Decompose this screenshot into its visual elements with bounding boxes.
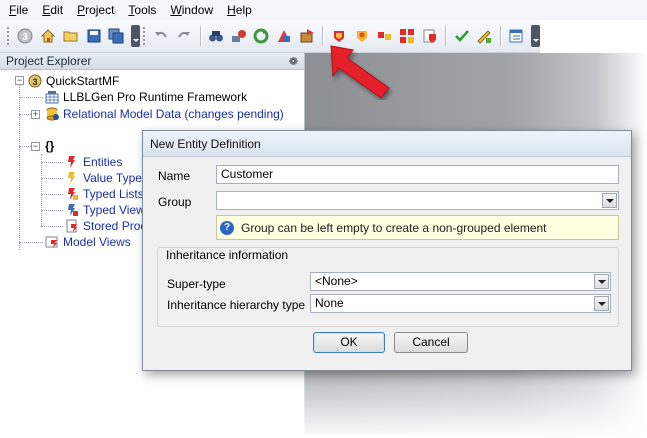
toolbar-separator — [199, 26, 201, 46]
add-value-type-icon[interactable] — [352, 26, 371, 46]
cancel-button[interactable]: Cancel — [394, 332, 468, 353]
name-label: Name — [158, 169, 191, 183]
menu-help[interactable]: Help — [222, 0, 261, 20]
generate-icon[interactable] — [475, 26, 494, 46]
model-view-icon — [45, 236, 58, 248]
redo-icon[interactable] — [175, 26, 194, 46]
add-stored-proc-icon[interactable] — [421, 26, 440, 46]
collapse-project-toggle[interactable]: − — [15, 76, 24, 85]
add-entity-icon[interactable] — [329, 26, 348, 46]
menu-tools[interactable]: Tools — [123, 0, 165, 20]
toolbar-grip[interactable] — [142, 26, 146, 46]
tree-node-model-views[interactable]: Model Views — [45, 234, 131, 250]
llblgen-project-icon: 3 — [28, 74, 42, 88]
stored-procedure-icon — [66, 219, 77, 233]
tree-line — [41, 226, 63, 227]
database-icon — [46, 107, 59, 121]
svg-text:3: 3 — [32, 77, 37, 87]
toolbar-separator — [322, 26, 324, 46]
tree-node-entities[interactable]: Entities — [65, 154, 122, 170]
tree-line — [41, 210, 63, 211]
tree-line — [19, 242, 43, 243]
toolbar: 3 — [0, 20, 540, 53]
save-all-icon[interactable] — [107, 26, 126, 46]
deploy-box-icon[interactable] — [298, 26, 317, 46]
refresh-model-icon[interactable] — [229, 26, 248, 46]
tree-node-project[interactable]: 3 QuickStartMF — [28, 73, 119, 89]
expand-relational-toggle[interactable]: + — [31, 110, 40, 119]
callout-arrow-icon — [330, 45, 390, 99]
toolbar-overflow-button[interactable] — [530, 25, 540, 47]
collapse-namespace-toggle[interactable]: − — [31, 142, 40, 151]
tree-line — [41, 178, 63, 179]
hierarchy-type-label: Inheritance hierarchy type — [167, 298, 306, 312]
hierarchy-type-combo[interactable]: None — [310, 294, 611, 313]
add-typed-view-icon[interactable] — [398, 26, 417, 46]
menu-bar: File Edit Project Tools Window Help — [0, 0, 647, 20]
group-hint: ? Group can be left empty to create a no… — [216, 215, 619, 240]
tree-line — [41, 154, 42, 226]
home-icon[interactable] — [39, 26, 58, 46]
tree-line — [41, 162, 63, 163]
sync-icon[interactable] — [252, 26, 271, 46]
supertype-label: Super-type — [167, 277, 226, 291]
menu-window[interactable]: Window — [165, 0, 222, 20]
typed-view-icon — [68, 204, 78, 216]
value-type-icon — [68, 172, 75, 184]
menu-file[interactable]: File — [4, 0, 37, 20]
info-icon: ? — [220, 220, 234, 235]
add-typed-list-icon[interactable] — [375, 26, 394, 46]
dialog-title-bar[interactable]: New Entity Definition — [143, 131, 631, 157]
tree-node-namespace[interactable]: {} — [45, 138, 54, 154]
new-entity-dialog: New Entity Definition Name Customer Grou… — [142, 130, 632, 371]
chevron-down-icon[interactable] — [602, 193, 617, 208]
group-combo[interactable] — [216, 191, 619, 210]
group-label: Group — [158, 195, 192, 209]
entity-icon — [68, 156, 75, 168]
tree-node-typed-views[interactable]: Typed Views — [65, 202, 151, 218]
svg-text:3: 3 — [22, 32, 28, 43]
chevron-down-icon[interactable] — [594, 296, 609, 311]
tree-node-typed-lists[interactable]: Typed Lists — [65, 186, 144, 202]
hierarchy-type-combo-value: None — [315, 296, 344, 310]
project-explorer-header: Project Explorer ❁ — [0, 53, 304, 70]
calendar-grid-icon[interactable] — [507, 26, 526, 46]
generate-code-icon[interactable] — [275, 26, 294, 46]
toolbar-overflow-button[interactable] — [130, 25, 141, 47]
framework-grid-icon — [45, 91, 59, 104]
project-explorer-title: Project Explorer — [6, 54, 92, 68]
tree-node-framework[interactable]: LLBLGen Pro Runtime Framework — [45, 89, 247, 105]
save-icon[interactable] — [84, 26, 103, 46]
menu-edit[interactable]: Edit — [37, 0, 72, 20]
tree-node-relational-model[interactable]: Relational Model Data (changes pending) — [45, 106, 284, 122]
supertype-combo-value: <None> — [315, 274, 358, 288]
inheritance-legend: Inheritance information — [163, 248, 292, 262]
namespace-braces-icon: {} — [45, 139, 55, 153]
name-input[interactable]: Customer — [216, 165, 619, 184]
supertype-combo[interactable]: <None> — [310, 272, 611, 291]
tree-line — [19, 97, 43, 98]
validate-checkmark-icon[interactable] — [452, 26, 471, 46]
chevron-down-icon[interactable] — [594, 274, 609, 289]
ok-button[interactable]: OK — [313, 332, 385, 353]
toolbar-grip[interactable] — [6, 26, 10, 46]
pin-icon[interactable]: ❁ — [289, 55, 298, 68]
tree-node-stored-procedures[interactable]: Stored Proce — [65, 218, 153, 234]
toolbar-separator — [499, 26, 501, 46]
group-hint-text: Group can be left empty to create a non-… — [241, 220, 547, 235]
tree-node-value-types[interactable]: Value Types — [65, 170, 148, 186]
typed-list-icon — [68, 188, 78, 200]
open-folder-icon[interactable] — [61, 26, 80, 46]
tree-line — [41, 194, 63, 195]
llblgen-logo-icon[interactable]: 3 — [16, 26, 35, 46]
tree-line — [19, 80, 20, 250]
dialog-title: New Entity Definition — [150, 136, 261, 151]
find-binoculars-icon[interactable] — [206, 26, 225, 46]
undo-icon[interactable] — [152, 26, 171, 46]
toolbar-separator — [445, 26, 447, 46]
menu-project[interactable]: Project — [72, 0, 123, 20]
